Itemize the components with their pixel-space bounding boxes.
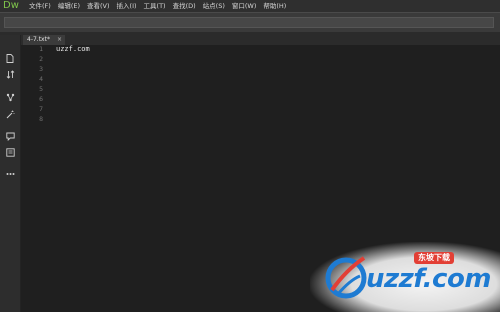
menu-window[interactable]: 窗口(W)	[232, 0, 257, 12]
app-logo: Dw	[3, 0, 19, 11]
toolbar	[0, 12, 500, 32]
document-tab[interactable]: 4-7.txt* ×	[23, 35, 65, 45]
line-number: 5	[39, 85, 43, 93]
left-toolbar	[0, 35, 21, 312]
code-line[interactable]: uzzf.com	[56, 45, 90, 54]
menu-insert[interactable]: 插入(I)	[117, 0, 137, 12]
file-icon[interactable]	[4, 53, 16, 63]
line-number: 2	[39, 55, 43, 63]
close-icon[interactable]: ×	[57, 35, 62, 45]
branch-icon[interactable]	[4, 92, 16, 102]
document-tab-title: 4-7.txt*	[27, 36, 50, 43]
watermark-text: uzzf.com	[366, 264, 491, 294]
menu-help[interactable]: 帮助(H)	[263, 0, 286, 12]
menu-file[interactable]: 文件(F)	[29, 0, 51, 12]
comment-icon[interactable]	[4, 131, 16, 141]
menu-view[interactable]: 查看(V)	[87, 0, 110, 12]
line-number: 6	[39, 95, 43, 103]
snippet-icon[interactable]	[4, 147, 16, 157]
watermark-badge: 东坡下载	[414, 252, 454, 264]
document-tab-bar: 4-7.txt* ×	[21, 35, 500, 45]
line-number: 1	[39, 45, 43, 53]
more-icon[interactable]	[4, 169, 16, 179]
wand-icon[interactable]	[4, 109, 16, 119]
toolbar-field[interactable]	[4, 17, 494, 28]
watermark-logo-icon	[325, 256, 367, 299]
line-number: 7	[39, 105, 43, 113]
menu-bar: Dw 文件(F) 编辑(E) 查看(V) 插入(I) 工具(T) 查找(D) 站…	[0, 0, 500, 12]
sort-icon[interactable]	[4, 69, 16, 79]
menu-edit[interactable]: 编辑(E)	[58, 0, 80, 12]
line-number: 8	[39, 115, 43, 123]
menu-site[interactable]: 站点(S)	[203, 0, 225, 12]
watermark: 东坡下载 uzzf.com	[310, 242, 500, 312]
menu-tools[interactable]: 工具(T)	[144, 0, 166, 12]
menu-find[interactable]: 查找(D)	[173, 0, 196, 12]
line-number: 4	[39, 75, 43, 83]
line-number: 3	[39, 65, 43, 73]
